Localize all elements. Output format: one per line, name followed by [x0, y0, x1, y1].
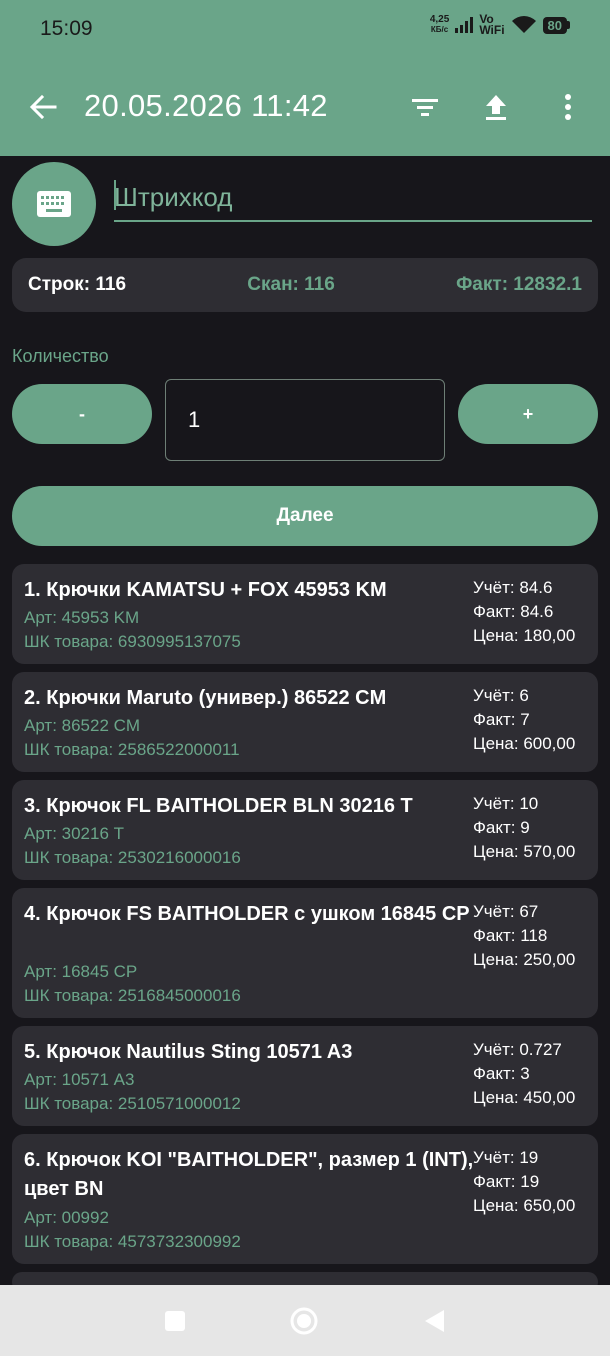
keyboard-icon — [37, 191, 71, 217]
keyboard-toggle-button[interactable] — [12, 162, 96, 246]
page-title: 20.05.2026 11:42 — [84, 88, 328, 123]
decrement-button[interactable]: - — [12, 384, 152, 444]
item-values: Учёт: 67 Факт: 118 Цена: 250,00 — [473, 900, 575, 972]
item-account: Учёт: 84.6 — [473, 578, 553, 597]
item-price: Цена: 450,00 — [473, 1088, 576, 1107]
upload-icon[interactable] — [479, 90, 513, 124]
status-time: 15:09 — [40, 17, 93, 40]
item-name: 3. Крючок FL BAITHOLDER BLN 30216 T — [24, 795, 413, 817]
item-price: Цена: 600,00 — [473, 734, 576, 753]
item-name: 6. Крючок KOI "BAITHOLDER", размер 1 (IN… — [24, 1149, 474, 1200]
item-values: Учёт: 84.6 Факт: 84.6 Цена: 180,00 — [473, 576, 575, 648]
item-price: Цена: 180,00 — [473, 626, 576, 645]
list-item[interactable]: 3. Крючок FL BAITHOLDER BLN 30216 T Арт:… — [12, 780, 598, 880]
system-nav-bar — [0, 1285, 610, 1356]
item-price: Цена: 650,00 — [473, 1196, 576, 1215]
list-item[interactable]: 6. Крючок KOI "BAITHOLDER", размер 1 (IN… — [12, 1134, 598, 1264]
item-values: Учёт: 6 Факт: 7 Цена: 600,00 — [473, 684, 575, 756]
item-article: Арт: 86522 CM — [24, 716, 141, 735]
item-fact: Факт: 9 — [473, 818, 530, 837]
item-article: Арт: 10571 A3 — [24, 1070, 135, 1089]
list-item[interactable]: 4. Крючок FS BAITHOLDER с ушком 16845 CP… — [12, 888, 598, 1018]
item-account: Учёт: 0.727 — [473, 1040, 562, 1059]
increment-button[interactable]: + — [458, 384, 598, 444]
item-name: 2. Крючки Maruto (универ.) 86522 CM — [24, 687, 387, 709]
back-nav-icon[interactable] — [422, 1308, 446, 1334]
item-barcode: ШК товара: 2516845000016 — [24, 986, 241, 1005]
item-name: 1. Крючки KAMATSU + FOX 45953 KM — [24, 579, 387, 601]
item-article: Арт: 00992 — [24, 1208, 109, 1227]
rows-count: Строк: 116 — [28, 274, 127, 295]
battery-icon: 80 — [542, 16, 570, 34]
item-values: Учёт: 19 Факт: 19 Цена: 650,00 — [473, 1146, 575, 1218]
back-arrow-icon[interactable] — [26, 90, 60, 124]
item-account: Учёт: 19 — [473, 1148, 539, 1167]
stats-panel: Строк: 116 Скан: 116 Факт: 12832.1 — [12, 258, 598, 312]
scan-count: Скан: 116 — [247, 274, 335, 295]
status-icons: 4,25 КБ/с Vo WiFi 80 — [429, 12, 570, 37]
recents-icon[interactable] — [164, 1310, 186, 1332]
item-account: Учёт: 6 — [473, 686, 529, 705]
item-barcode: ШК товара: 6930995137075 — [24, 632, 241, 651]
item-fact: Факт: 118 — [473, 926, 548, 945]
filter-icon[interactable] — [408, 90, 442, 124]
item-article: Арт: 45953 KM — [24, 608, 140, 627]
item-name: 5. Крючок Nautilus Sting 10571 A3 — [24, 1041, 353, 1063]
item-name: 4. Крючок FS BAITHOLDER с ушком 16845 CP — [24, 903, 470, 925]
item-fact: Факт: 3 — [473, 1064, 530, 1083]
home-icon[interactable] — [289, 1306, 319, 1336]
item-article: Арт: 16845 CP — [24, 962, 138, 981]
more-vert-icon[interactable] — [551, 90, 585, 124]
item-account: Учёт: 67 — [473, 902, 539, 921]
item-fact: Факт: 84.6 — [473, 602, 554, 621]
list-item[interactable]: 5. Крючок Nautilus Sting 10571 A3 Арт: 1… — [12, 1026, 598, 1126]
barcode-input[interactable] — [114, 178, 592, 222]
item-barcode: ШК товара: 2586522000011 — [24, 740, 240, 759]
fact-total: Факт: 12832.1 — [456, 274, 582, 295]
item-price: Цена: 250,00 — [473, 950, 576, 969]
item-account: Учёт: 10 — [473, 794, 539, 813]
list-item[interactable]: 1. Крючки KAMATSU + FOX 45953 KM Арт: 45… — [12, 564, 598, 664]
app-bar: 15:09 4,25 КБ/с Vo WiFi 80 20.05.2026 11… — [0, 0, 610, 156]
item-values: Учёт: 0.727 Факт: 3 Цена: 450,00 — [473, 1038, 575, 1110]
item-fact: Факт: 19 — [473, 1172, 540, 1191]
item-price: Цена: 570,00 — [473, 842, 576, 861]
next-button[interactable]: Далее — [12, 486, 598, 546]
item-barcode: ШК товара: 2530216000016 — [24, 848, 241, 867]
quantity-input[interactable] — [165, 379, 445, 461]
item-article: Арт: 30216 T — [24, 824, 125, 843]
signal-icon — [455, 17, 474, 33]
vowifi-label: Vo WiFi — [479, 12, 505, 37]
item-values: Учёт: 10 Факт: 9 Цена: 570,00 — [473, 792, 575, 864]
item-fact: Факт: 7 — [473, 710, 530, 729]
item-barcode: ШК товара: 4573732300992 — [24, 1232, 241, 1251]
item-barcode: ШК товара: 2510571000012 — [24, 1094, 241, 1113]
network-speed: 4,25 КБ/с — [429, 14, 450, 35]
wifi-icon — [511, 16, 536, 33]
list-item[interactable]: 2. Крючки Maruto (универ.) 86522 CM Арт:… — [12, 672, 598, 772]
quantity-label: Количество — [12, 346, 109, 366]
text-cursor — [114, 180, 116, 210]
